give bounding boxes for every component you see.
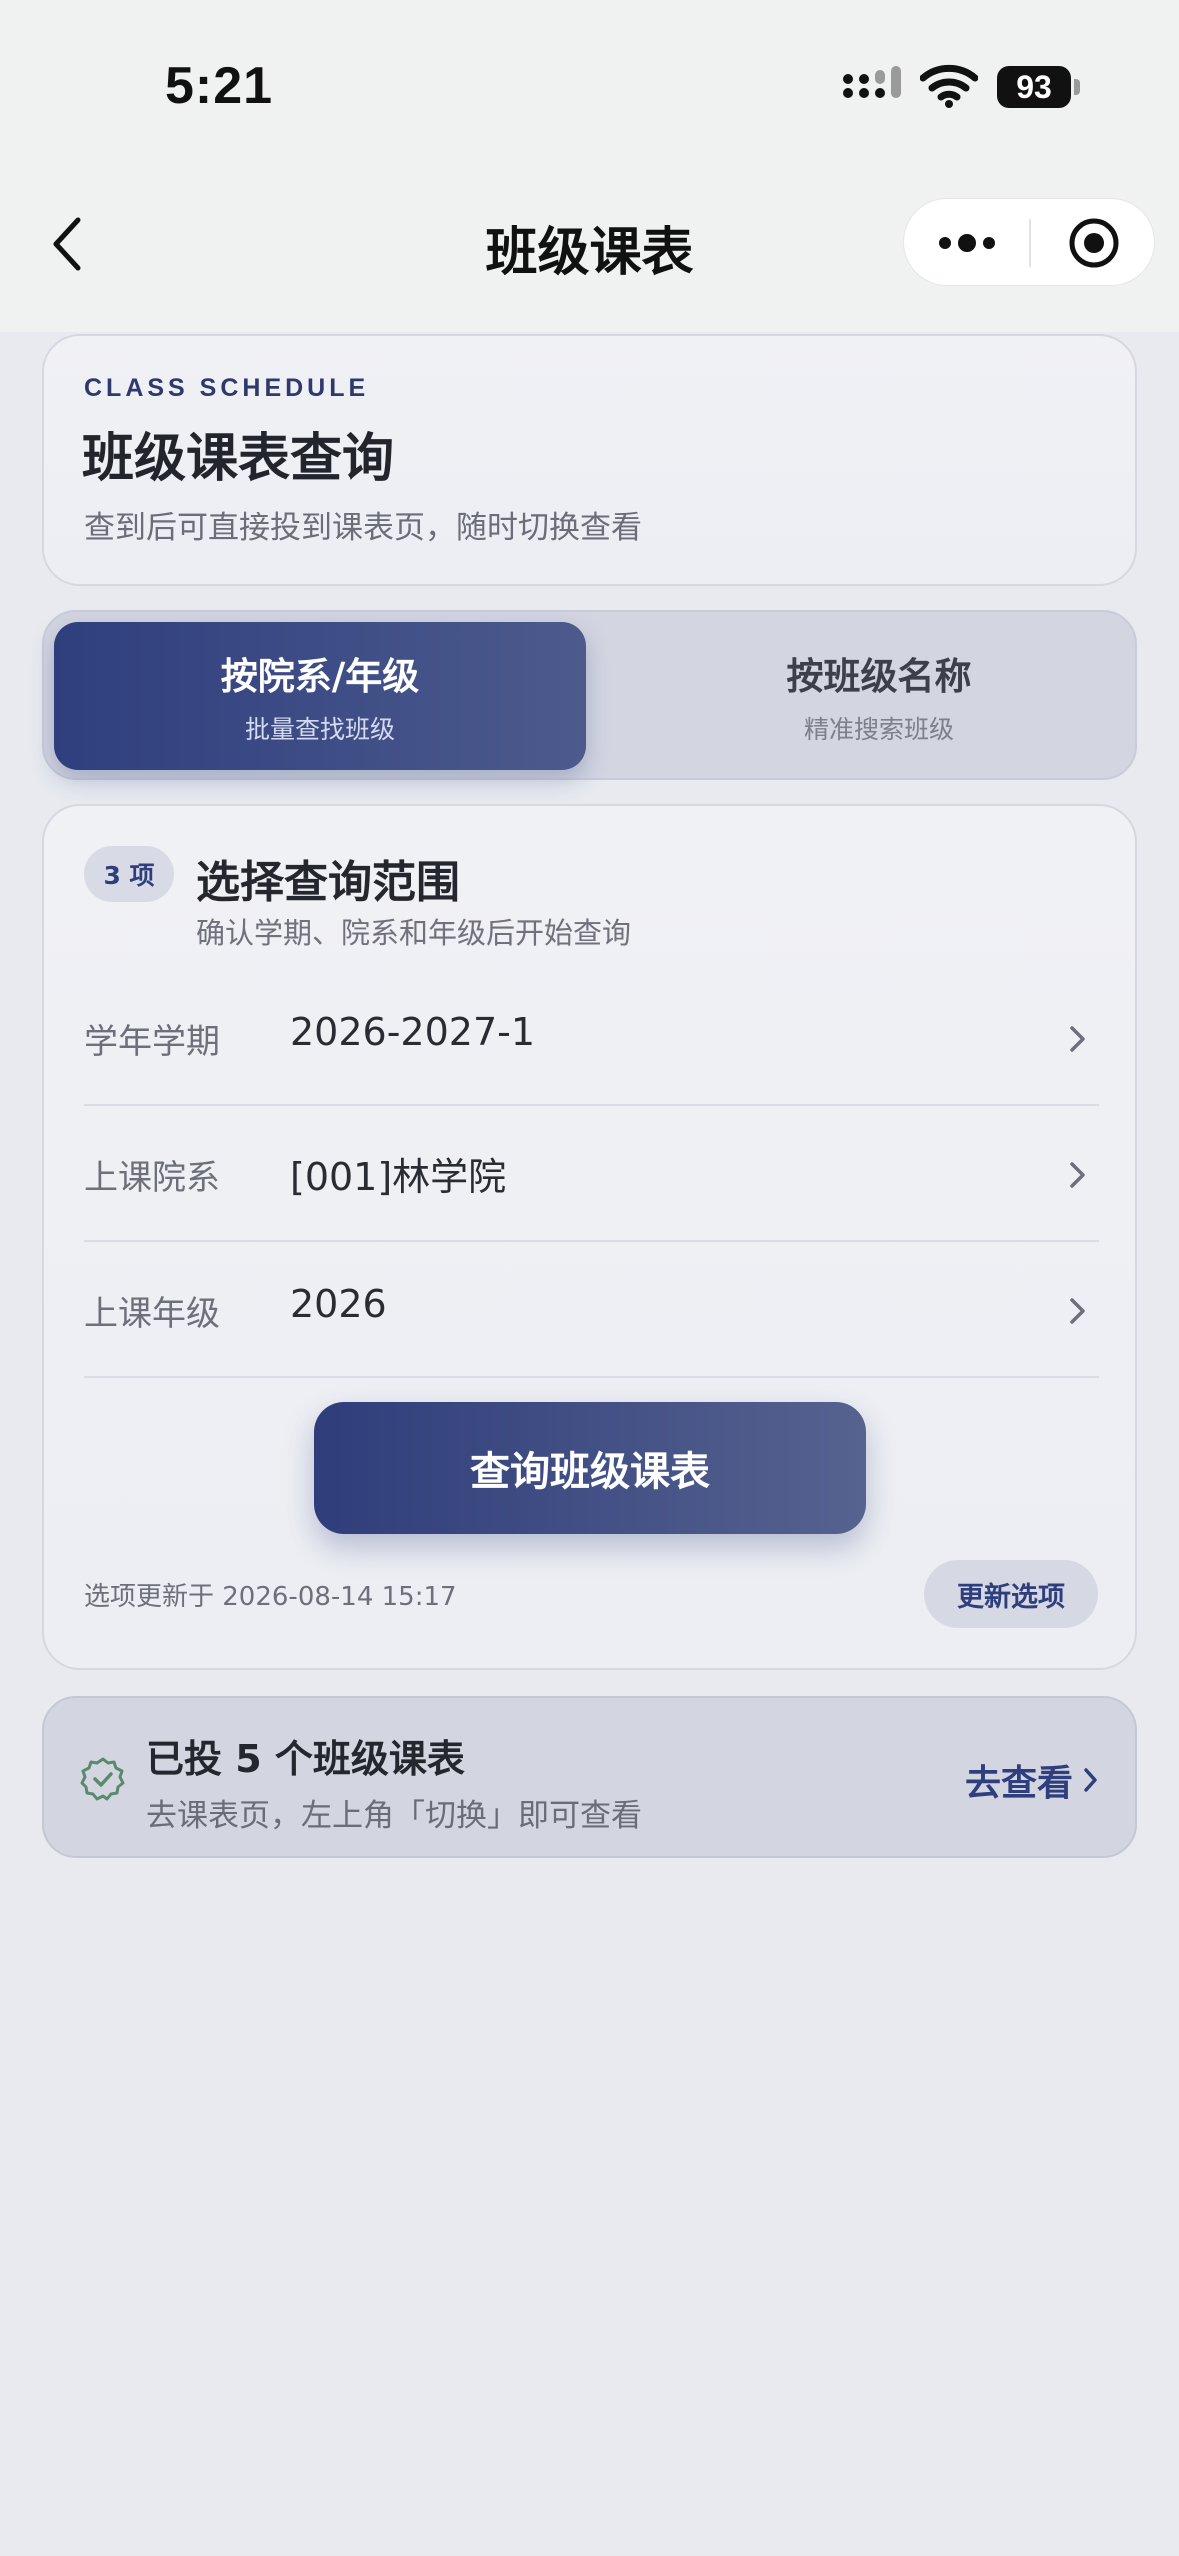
search-mode-segment: 按院系/年级 批量查找班级 按班级名称 精准搜索班级: [42, 610, 1137, 780]
options-updated-text: 选项更新于 2026-08-14 15:17: [84, 1582, 457, 1612]
notice-title: 已投 5 个班级课表: [146, 1737, 465, 1781]
tab-label: 按班级名称: [786, 655, 972, 698]
imported-notice: 已投 5 个班级课表 去课表页，左上角「切换」即可查看 去查看: [42, 1696, 1137, 1858]
query-card: 3 项 选择查询范围 确认学期、院系和年级后开始查询 学年学期 2026-202…: [42, 804, 1137, 1670]
row-label: 学年学期: [84, 1022, 220, 1062]
close-target-icon: [1069, 218, 1118, 268]
tab-label: 按院系/年级: [220, 655, 420, 698]
check-badge-icon: [80, 1757, 125, 1801]
refresh-options-button[interactable]: 更新选项: [924, 1560, 1098, 1628]
row-label: 上课院系: [84, 1158, 220, 1198]
count-badge: 3 项: [84, 846, 174, 902]
wifi-icon: [920, 64, 978, 108]
more-button[interactable]: [904, 199, 1029, 287]
close-mini-program-button[interactable]: [1031, 199, 1156, 287]
row-value: 2026-2027-1: [290, 1010, 536, 1054]
hero-subtitle: 查到后可直接投到课表页，随时切换查看: [84, 510, 642, 546]
tab-by-department[interactable]: 按院系/年级 批量查找班级: [54, 622, 586, 770]
query-schedule-button[interactable]: 查询班级课表: [314, 1402, 866, 1534]
chevron-right-icon: [1084, 1768, 1097, 1792]
chevron-right-icon: [1070, 1026, 1085, 1052]
query-subtitle: 确认学期、院系和年级后开始查询: [196, 916, 632, 950]
row-label: 上课年级: [84, 1294, 220, 1334]
tab-sublabel: 批量查找班级: [244, 715, 395, 744]
go-view-link[interactable]: 去查看: [965, 1754, 1099, 1806]
battery-icon: 93: [997, 66, 1071, 108]
status-time: 5:21: [165, 57, 274, 115]
mini-program-capsule: [903, 198, 1155, 286]
chevron-right-icon: [1070, 1298, 1085, 1324]
tab-by-class-name[interactable]: 按班级名称 精准搜索班级: [634, 622, 1124, 770]
notice-subtitle: 去课表页，左上角「切换」即可查看: [146, 1798, 642, 1834]
battery-cap: [1074, 79, 1080, 95]
query-title: 选择查询范围: [196, 857, 460, 908]
hero-eyebrow: CLASS SCHEDULE: [84, 374, 370, 402]
hero-title: 班级课表查询: [82, 429, 395, 489]
cellular-signal-icon: [843, 66, 901, 98]
row-value: [001]林学院: [290, 1155, 507, 1199]
semester-picker[interactable]: 学年学期 2026-2027-1: [84, 970, 1099, 1106]
go-view-label: 去查看: [964, 1763, 1073, 1804]
grade-picker[interactable]: 上课年级 2026: [84, 1242, 1099, 1378]
more-icon: [938, 234, 995, 252]
row-value: 2026: [290, 1282, 387, 1326]
department-picker[interactable]: 上课院系 [001]林学院: [84, 1106, 1099, 1242]
chevron-right-icon: [1070, 1162, 1085, 1188]
tab-sublabel: 精准搜索班级: [803, 715, 954, 744]
top-bar: 5:21 93 班级课表: [0, 0, 1179, 332]
battery-level: 93: [1016, 68, 1052, 105]
hero-card: CLASS SCHEDULE 班级课表查询 查到后可直接投到课表页，随时切换查看: [42, 334, 1137, 586]
